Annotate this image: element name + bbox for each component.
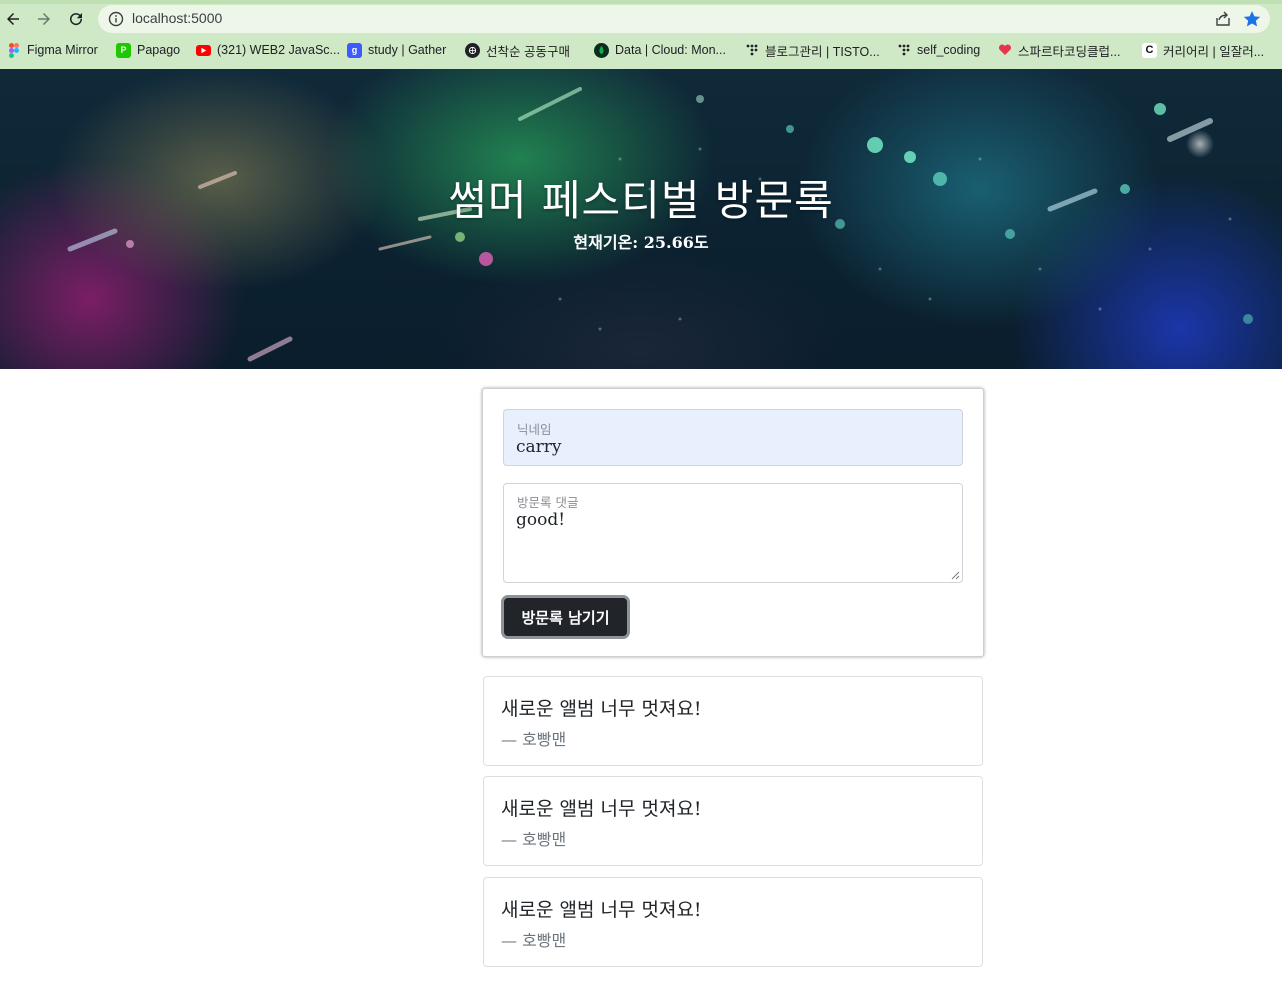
sparta-icon [997, 43, 1012, 58]
globe-icon [465, 42, 480, 58]
current-temperature: 현재기온: 25.66도 [573, 233, 709, 252]
comment-card: 새로운 앨범 너무 멋져요! — 호빵맨 [483, 877, 983, 967]
bookmark-item[interactable]: 스파르타코딩클럽... [997, 40, 1120, 60]
bookmarks-bar: Figma Mirror P Papago (321) WEB2 JavaSc.… [0, 38, 1282, 62]
bookmark-item[interactable]: 선착순 공동구매 [465, 40, 570, 60]
bookmark-label: self_coding [917, 43, 981, 57]
hero-banner: 썸머 페스티벌 방문록 현재기온: 25.66도 [0, 69, 1282, 369]
bookmark-item[interactable]: P Papago [116, 40, 180, 60]
bookmark-label: 블로그관리 | TISTO... [765, 44, 880, 59]
browser-toolbar: localhost:5000 [0, 4, 1282, 34]
comment-author: — 호빵맨 [501, 830, 567, 849]
bookmark-label: study | Gather [368, 43, 447, 57]
share-icon[interactable] [1214, 10, 1232, 28]
submit-button[interactable]: 방문록 남기기 [501, 595, 630, 639]
bookmark-item[interactable]: 블로그관리 | TISTO... [744, 40, 880, 60]
careerly-icon: C [1142, 42, 1157, 58]
bookmark-item[interactable]: C 커리어리 | 일잘러... [1142, 40, 1264, 60]
bookmark-label: Figma Mirror [27, 43, 98, 57]
back-icon[interactable] [0, 6, 26, 32]
guestbook-form: 닉네임 carry 방문록 댓글 good! 방문록 남기기 [482, 388, 984, 657]
browser-chrome: localhost:5000 Figma Mirror P Papago (32… [0, 0, 1282, 69]
bookmark-label: Papago [137, 43, 181, 57]
page-title: 썸머 페스티벌 방문록 [448, 176, 834, 225]
url-text[interactable]: localhost:5000 [132, 10, 222, 26]
bookmark-item[interactable]: self_coding [896, 40, 980, 60]
nickname-field[interactable]: 닉네임 carry [503, 409, 963, 466]
bookmark-label: 커리어리 | 일잘러... [1163, 44, 1265, 59]
bookmark-star-icon[interactable] [1242, 9, 1262, 29]
reload-icon[interactable] [63, 6, 89, 32]
gather-icon: g [347, 42, 362, 58]
bookmark-label: 스파르타코딩클럽... [1018, 44, 1121, 59]
mongodb-icon [594, 42, 609, 58]
bookmark-item[interactable]: (321) WEB2 JavaSc... [196, 40, 340, 60]
comment-card: 새로운 앨범 너무 멋져요! — 호빵맨 [483, 776, 983, 866]
comment-text: 새로운 앨범 너무 멋져요! [501, 899, 702, 921]
bookmark-item[interactable]: Data | Cloud: Mon... [594, 40, 726, 60]
comment-author: — 호빵맨 [501, 730, 567, 749]
bookmark-label: (321) WEB2 JavaSc... [217, 43, 340, 57]
comment-text: 새로운 앨범 너무 멋져요! [501, 698, 702, 720]
bookmark-item[interactable]: g study | Gather [347, 40, 446, 60]
nickname-label: 닉네임 [517, 422, 552, 437]
comment-textarea[interactable]: good! [516, 510, 565, 530]
bookmark-item[interactable]: Figma Mirror [6, 40, 98, 60]
address-bar[interactable]: localhost:5000 [98, 5, 1270, 33]
bookmark-label: 선착순 공동구매 [486, 44, 570, 59]
youtube-icon [196, 44, 211, 56]
comment-author: — 호빵맨 [501, 931, 567, 950]
figma-icon [6, 42, 21, 58]
tistory-icon [896, 43, 911, 58]
papago-icon: P [116, 42, 131, 58]
resize-handle-icon[interactable] [951, 571, 960, 580]
comment-text: 새로운 앨범 너무 멋져요! [501, 798, 702, 820]
nickname-input[interactable]: carry [516, 437, 562, 457]
forward-icon[interactable] [31, 6, 57, 32]
info-icon[interactable] [108, 11, 124, 27]
comment-label: 방문록 댓글 [517, 495, 579, 510]
bookmark-label: Data | Cloud: Mon... [615, 43, 726, 57]
comment-field[interactable]: 방문록 댓글 good! [503, 483, 963, 583]
tistory-icon [744, 43, 759, 58]
comment-card: 새로운 앨범 너무 멋져요! — 호빵맨 [483, 676, 983, 766]
